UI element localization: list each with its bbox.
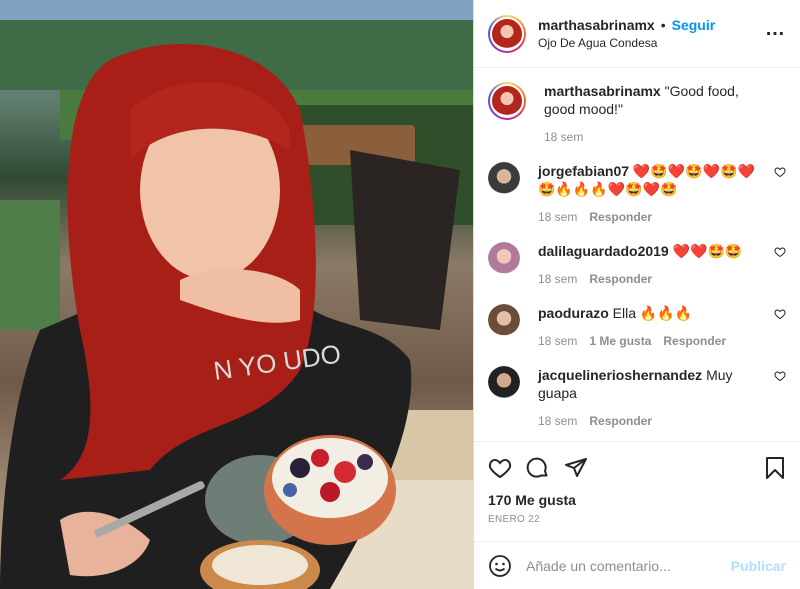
avatar[interactable] [488,162,520,194]
comment-bubble-icon[interactable] [526,456,550,480]
caption-username[interactable]: marthasabrinamx [544,83,661,99]
avatar[interactable] [488,14,526,53]
comment-text: ❤️❤️🤩🤩 [672,243,743,259]
save-bookmark-icon[interactable] [764,456,786,480]
comment-likes-count[interactable]: 1 Me gusta [589,332,651,350]
avatar[interactable] [488,366,520,398]
comment-time[interactable]: 18 sem [538,270,577,288]
post-photo[interactable]: N YO UDO [0,0,473,589]
comment-item: paodurazo Ella 🔥🔥🔥 18 sem 1 Me gusta Res… [488,304,786,350]
publish-button[interactable]: Publicar [731,558,786,574]
post-sidebar: marthasabrinamx • Seguir Ojo De Agua Con… [473,0,800,589]
comment-username[interactable]: jorgefabian07 [538,163,629,179]
comment-time[interactable]: 18 sem [538,412,577,430]
comment-username[interactable]: jacquelinerioshernandez [538,367,702,383]
follow-button[interactable]: Seguir [672,16,716,34]
comment-username[interactable]: paodurazo [538,305,609,321]
reply-button[interactable]: Responder [589,412,652,430]
heart-icon[interactable] [774,166,786,178]
heart-icon[interactable] [774,308,786,320]
share-paper-plane-icon[interactable] [564,456,588,480]
comment-input[interactable] [526,557,731,574]
heart-icon[interactable] [774,246,786,258]
comment-time[interactable]: 18 sem [538,208,577,226]
author-username[interactable]: marthasabrinamx [538,16,655,34]
reply-button[interactable]: Responder [589,270,652,288]
likes-count[interactable]: 170 Me gusta [488,492,786,508]
caption-time[interactable]: 18 sem [544,128,583,146]
comment-item: jacquelinerioshernandez Muy guapa 18 sem… [488,366,786,430]
add-comment-bar: Publicar [474,541,800,589]
post-date[interactable]: ENERO 22 [488,514,786,525]
caption: marthasabrinamx "Good food, good mood!" … [488,82,786,146]
reply-button[interactable]: Responder [589,208,652,226]
post-location[interactable]: Ojo De Agua Condesa [538,34,765,52]
comment-username[interactable]: dalilaguardado2019 [538,243,669,259]
avatar[interactable] [488,82,526,120]
comment-time[interactable]: 18 sem [538,332,577,350]
avatar[interactable] [488,304,520,336]
like-heart-icon[interactable] [488,456,512,480]
post-image: N YO UDO [0,0,473,589]
comment-item: jorgefabian07 ❤️🤩❤️🤩❤️🤩❤️🤩🔥🔥🔥❤️🤩❤️🤩 18 s… [488,162,786,226]
post-header: marthasabrinamx • Seguir Ojo De Agua Con… [474,0,800,68]
comment-text: Ella 🔥🔥🔥 [612,305,693,321]
more-options-icon[interactable]: … [765,18,786,49]
post-actions: 170 Me gusta ENERO 22 [474,441,800,541]
comment-item: dalilaguardado2019 ❤️❤️🤩🤩 18 sem Respond… [488,242,786,288]
heart-icon[interactable] [774,370,786,382]
comments-list[interactable]: marthasabrinamx "Good food, good mood!" … [474,68,800,441]
avatar[interactable] [488,242,520,274]
emoji-icon[interactable] [488,554,512,578]
separator-dot: • [660,16,666,33]
reply-button[interactable]: Responder [663,332,726,350]
